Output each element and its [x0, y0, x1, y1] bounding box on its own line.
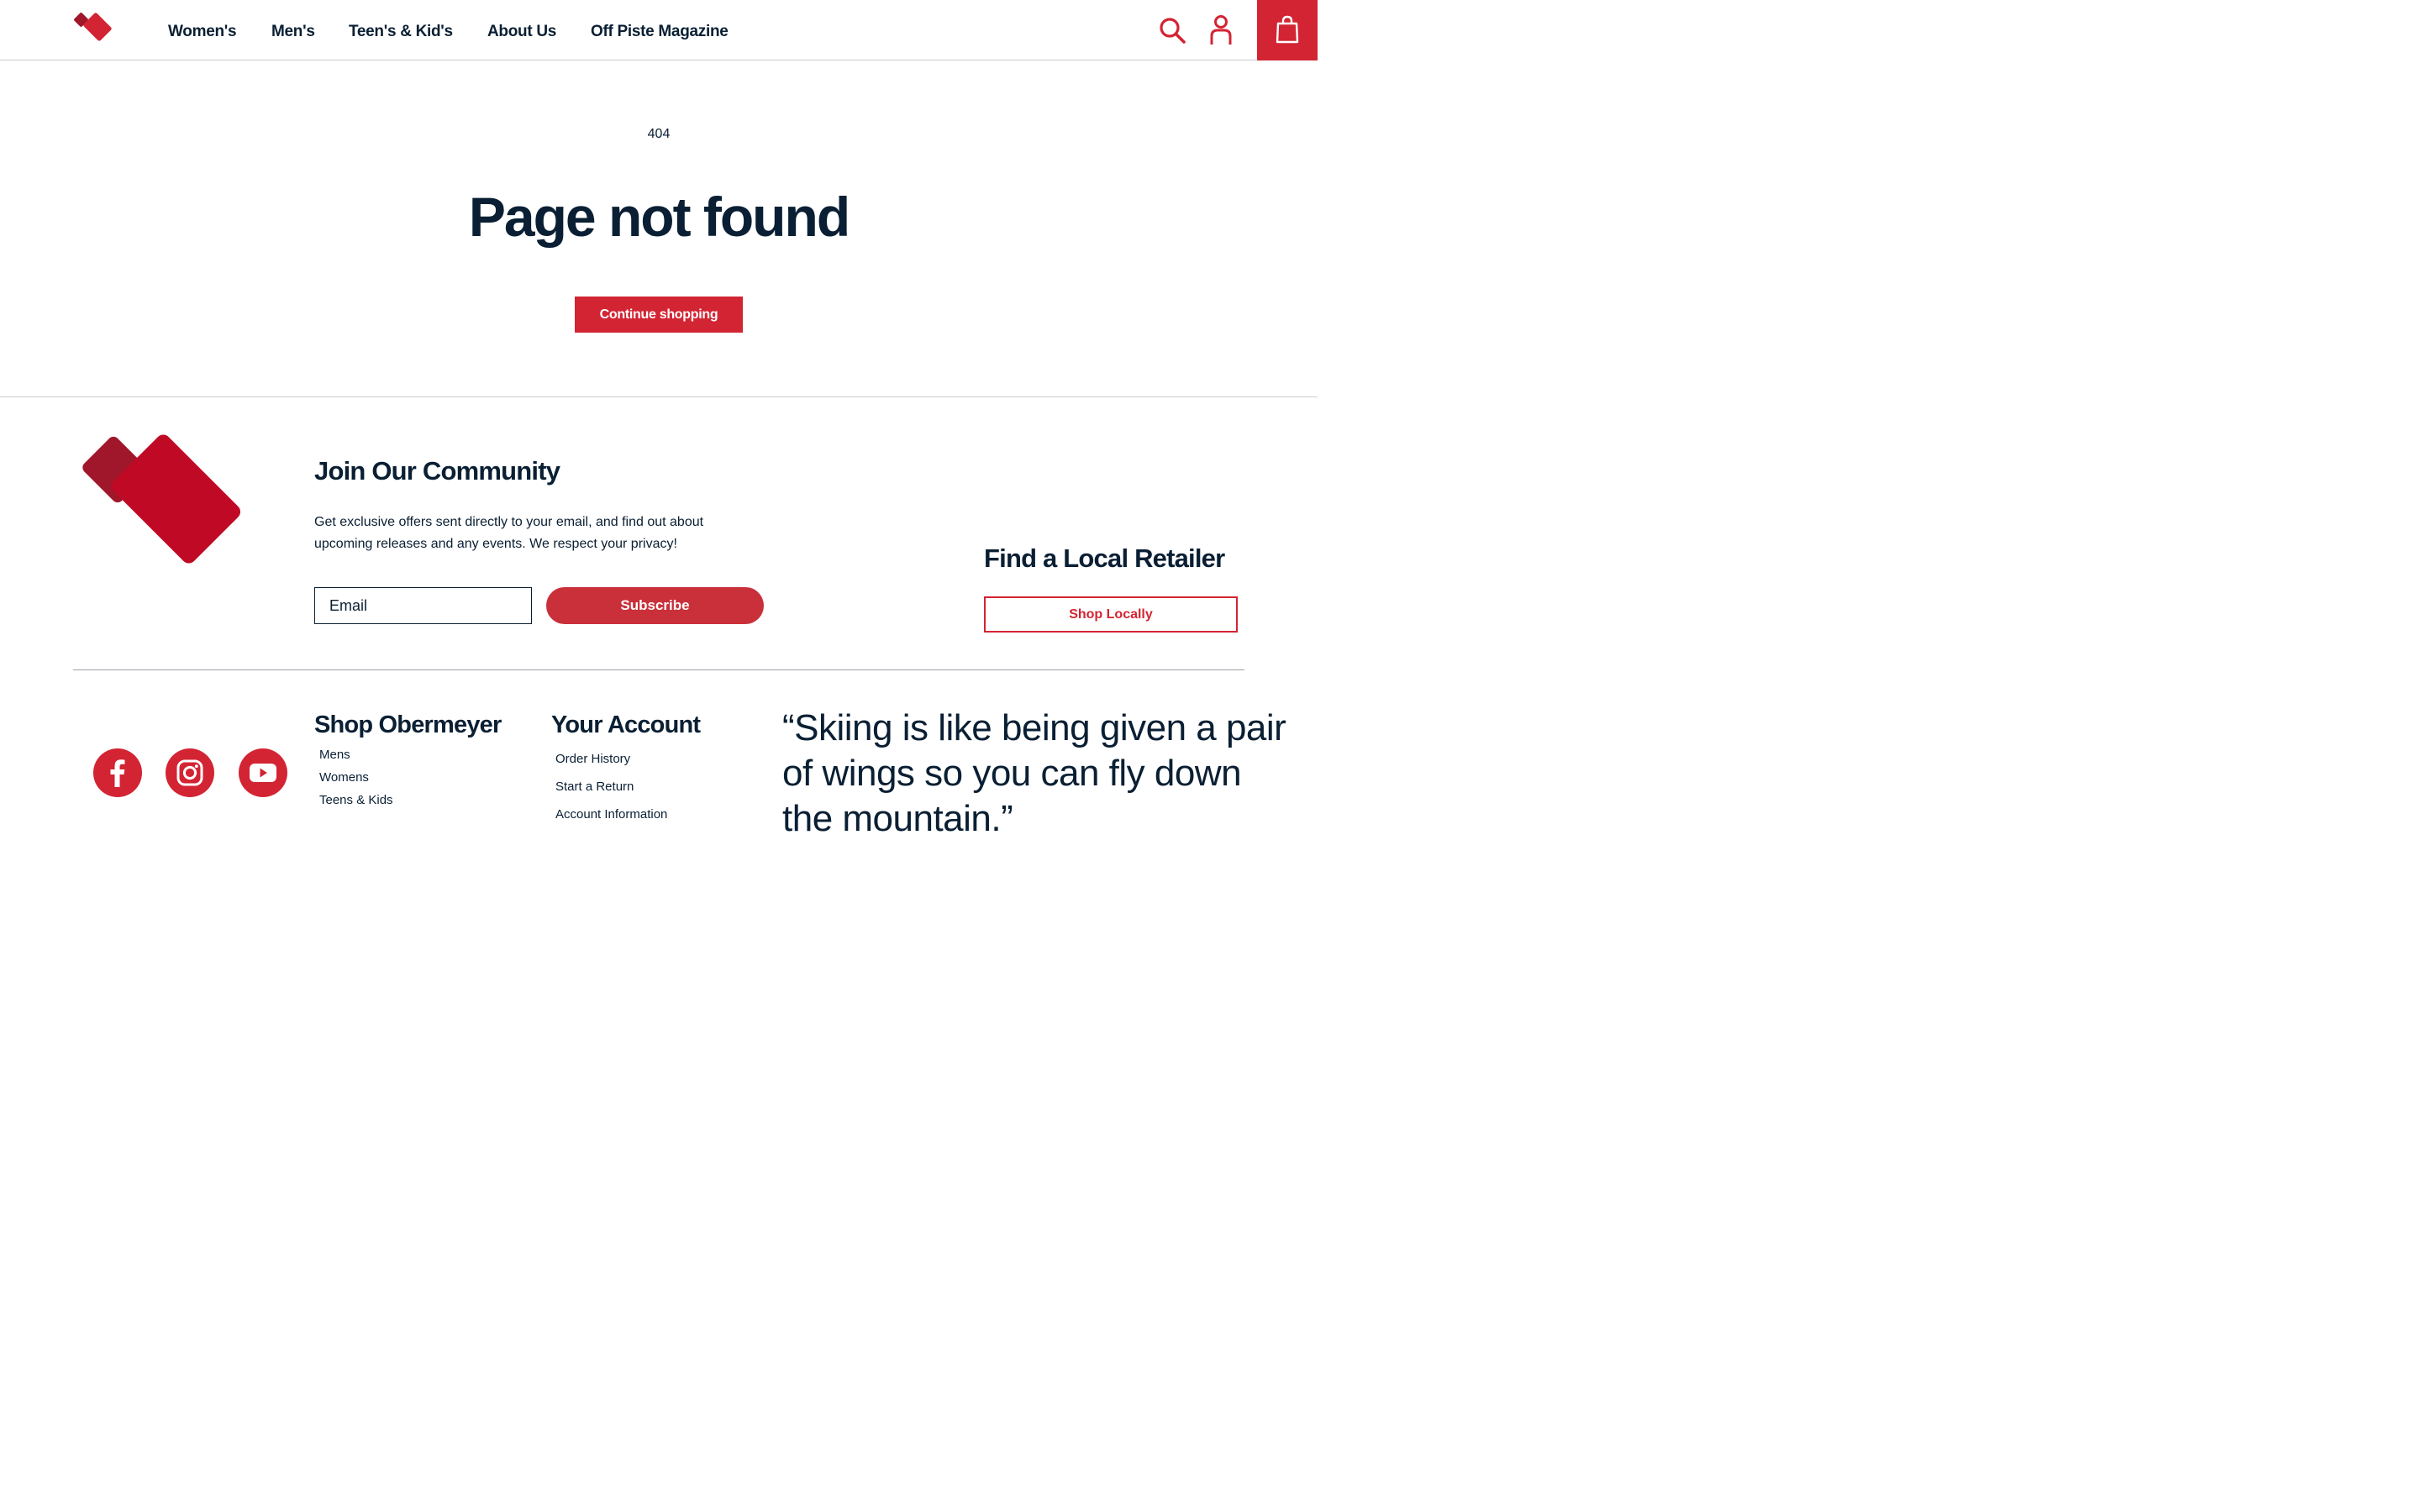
join-community-title: Join Our Community: [314, 456, 560, 486]
footer-link-mens[interactable]: Mens: [319, 748, 350, 762]
cart-button[interactable]: [1257, 0, 1318, 60]
nav-womens[interactable]: Women's: [168, 23, 237, 41]
footer-link-start-return[interactable]: Start a Return: [555, 780, 634, 794]
nav-teens-kids[interactable]: Teen's & Kid's: [349, 23, 453, 41]
error-code: 404: [647, 127, 671, 141]
your-account-title: Your Account: [551, 711, 701, 738]
shop-obermeyer-title: Shop Obermeyer: [314, 711, 502, 738]
nav-off-piste-magazine[interactable]: Off Piste Magazine: [591, 23, 729, 41]
nav-about-us[interactable]: About Us: [487, 23, 556, 41]
facebook-icon[interactable]: [93, 748, 142, 797]
instagram-icon[interactable]: [166, 748, 214, 797]
youtube-icon[interactable]: [239, 748, 287, 797]
footer-link-account-information[interactable]: Account Information: [555, 807, 667, 822]
nav-mens[interactable]: Men's: [271, 23, 315, 41]
cart-icon: [1276, 15, 1299, 44]
footer-link-womens[interactable]: Womens: [319, 770, 369, 785]
logo-icon[interactable]: [72, 10, 121, 50]
footer-divider: [73, 669, 1244, 670]
join-community-text: Get exclusive offers sent directly to yo…: [314, 515, 704, 551]
shop-locally-button[interactable]: Shop Locally: [984, 596, 1238, 633]
email-field[interactable]: [314, 587, 532, 624]
footer-link-teens-kids[interactable]: Teens & Kids: [319, 793, 393, 807]
page-title: Page not found: [468, 186, 850, 248]
footer-logo-icon: [77, 430, 250, 570]
search-icon[interactable]: [1158, 16, 1186, 45]
footer-quote: “Skiing is like being given a pair of wi…: [782, 707, 1286, 839]
section-divider: [0, 396, 1318, 397]
footer-link-order-history[interactable]: Order History: [555, 752, 630, 766]
subscribe-button[interactable]: Subscribe: [546, 587, 764, 624]
account-icon[interactable]: [1208, 14, 1234, 46]
continue-shopping-button[interactable]: Continue shopping: [575, 297, 743, 333]
find-retailer-title: Find a Local Retailer: [984, 543, 1225, 573]
